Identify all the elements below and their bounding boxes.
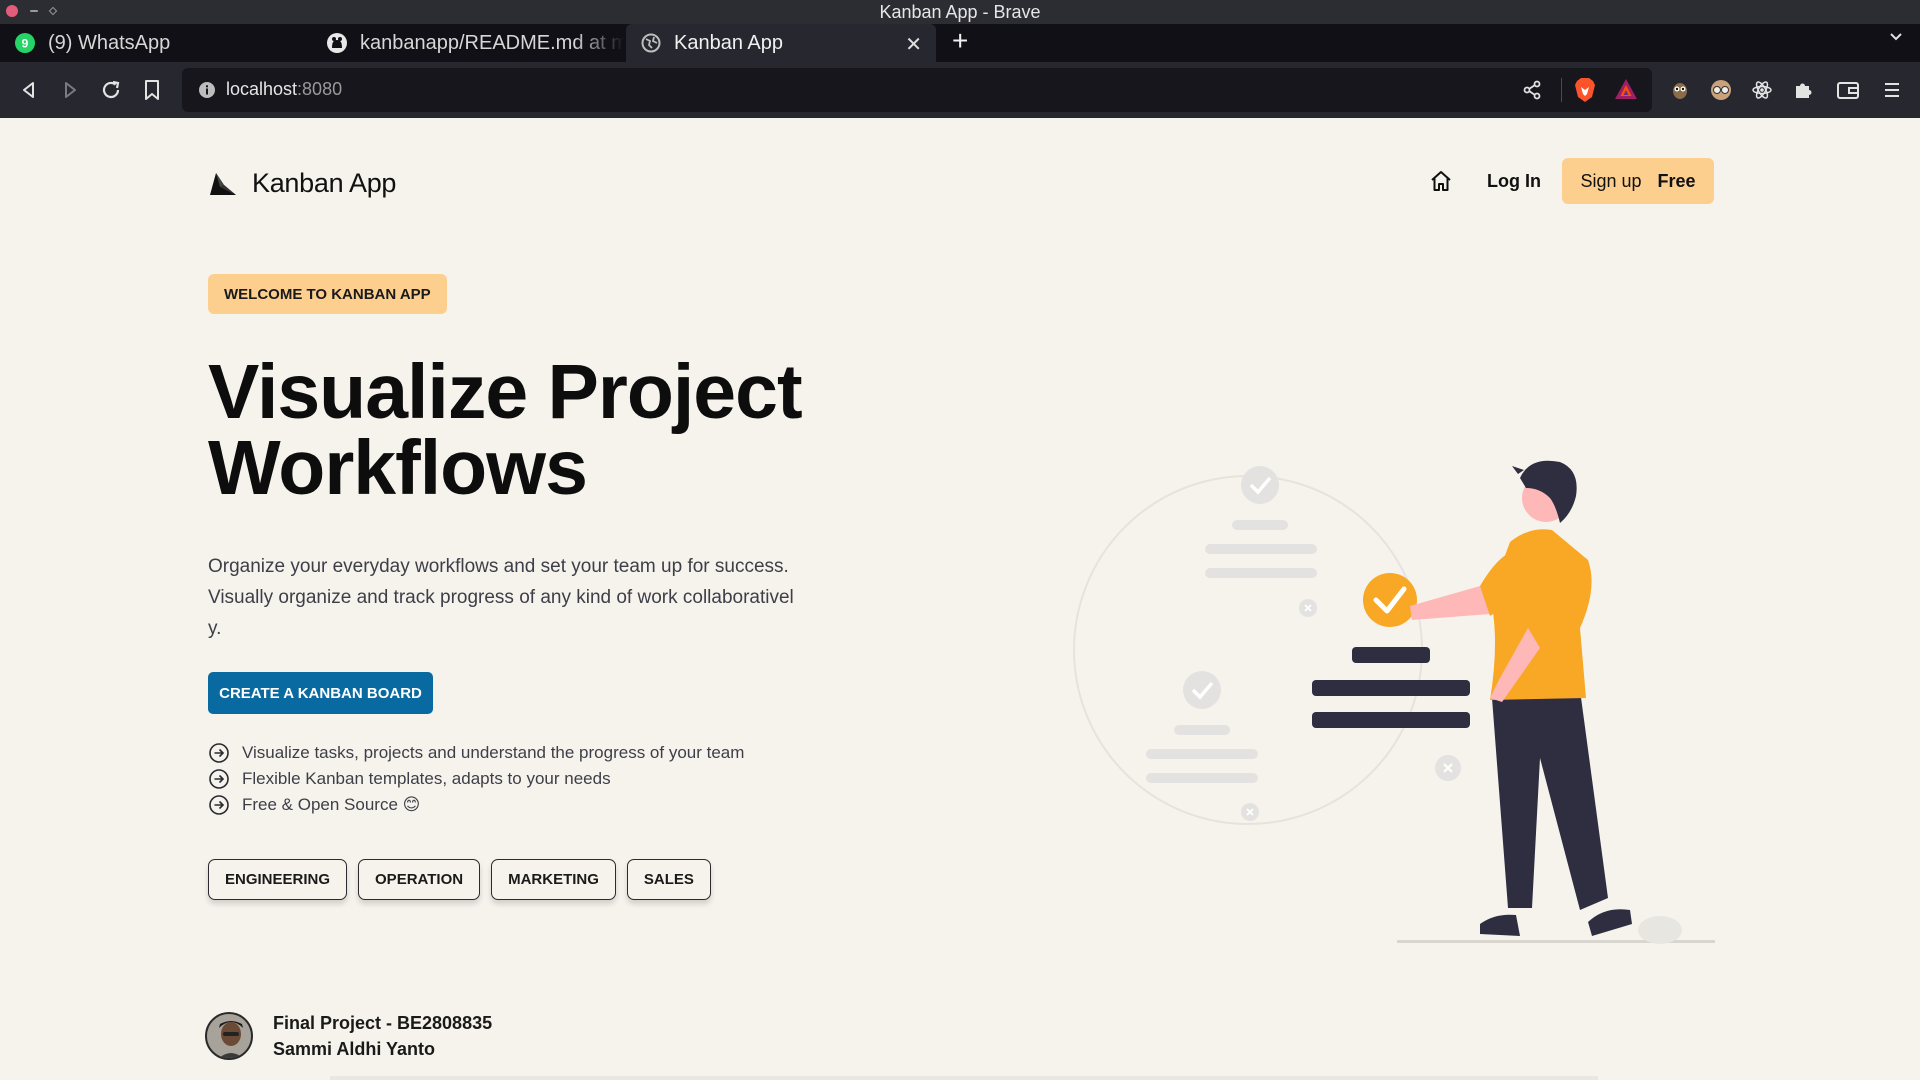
section-divider: [330, 1076, 1598, 1080]
tag-marketing[interactable]: MARKETING: [491, 859, 616, 900]
orange-check-icon: [1363, 573, 1417, 627]
window-maximize-button[interactable]: [48, 6, 58, 16]
hero-description: Organize your everyday workflows and set…: [208, 556, 794, 639]
login-link[interactable]: Log In: [1487, 171, 1541, 192]
checklist-top: [1205, 466, 1317, 617]
person-figure: [1397, 460, 1715, 944]
window-controls: [6, 5, 58, 17]
svg-text:9: 9: [22, 37, 29, 51]
window-title: Kanban App - Brave: [879, 2, 1041, 22]
tab-bar: 9 (9) WhatsApp kanbanapp/README.md at ma…: [0, 24, 1920, 62]
feature-item: Free & Open Source 😊: [208, 792, 744, 818]
feature-list: Visualize tasks, projects and understand…: [208, 740, 744, 818]
signup-free-label: Free: [1657, 170, 1696, 191]
tab-whatsapp[interactable]: 9 (9) WhatsApp: [0, 24, 312, 62]
tab-label: (9) WhatsApp: [48, 31, 171, 54]
window-titlebar: Kanban App - Brave: [0, 0, 1920, 24]
tab-list-chevron-icon[interactable]: [1888, 28, 1904, 49]
top-nav: Log In Sign up Free: [1429, 158, 1714, 204]
window-minimize-button[interactable]: [30, 10, 38, 12]
tab-kanban-app[interactable]: Kanban App ✕: [626, 24, 936, 62]
browser-toolbar: localhost:8080: [0, 62, 1920, 118]
reload-button[interactable]: [97, 76, 125, 104]
create-kanban-board-button[interactable]: CREATE A KANBAN BOARD: [208, 672, 433, 714]
category-tags: ENGINEERING OPERATION MARKETING SALES: [208, 859, 711, 900]
feature-text: Free & Open Source 😊: [242, 795, 421, 814]
tab-github-readme[interactable]: kanbanapp/README.md at main: [312, 24, 624, 62]
back-button[interactable]: [15, 76, 43, 104]
arrow-circle-icon: [208, 794, 230, 816]
window-close-button[interactable]: [6, 5, 18, 17]
tag-engineering[interactable]: ENGINEERING: [208, 859, 348, 900]
signup-button[interactable]: Sign up Free: [1562, 158, 1714, 204]
forward-button[interactable]: [56, 76, 84, 104]
hero-title: Visualize Project Workflows: [208, 354, 828, 507]
wallet-icon[interactable]: [1834, 76, 1862, 104]
checklist-active: [1312, 647, 1470, 728]
author-project: Final Project - BE2808835: [273, 1013, 493, 1033]
tab-label: Kanban App: [674, 31, 783, 54]
globe-icon: [640, 32, 662, 54]
hero-illustration: [1073, 460, 1715, 944]
tag-sales[interactable]: SALES: [626, 859, 711, 900]
logo-icon: [210, 172, 236, 195]
bookmark-button[interactable]: [138, 76, 166, 104]
home-icon[interactable]: [1429, 169, 1453, 193]
tag-operation[interactable]: OPERATION: [358, 859, 481, 900]
author-name: Sammi Aldhi Yanto: [273, 1039, 436, 1059]
menu-icon[interactable]: [1878, 76, 1906, 104]
arrow-circle-icon: [208, 742, 230, 764]
extensions-puzzle-icon[interactable]: [1789, 76, 1817, 104]
brave-shields-icon[interactable]: [1574, 77, 1596, 108]
share-icon[interactable]: [1522, 80, 1542, 105]
new-tab-button[interactable]: +: [952, 26, 968, 56]
feature-text: Flexible Kanban templates, adapts to you…: [242, 769, 611, 788]
address-bar[interactable]: localhost:8080: [182, 68, 1652, 112]
author-info: Final Project - BE2808835 Sammi Aldhi Ya…: [205, 1010, 492, 1062]
page-viewport: Kanban App Log In Sign up Free WELCOME T…: [0, 118, 1920, 1080]
hero-title-line1: Visualize Project: [208, 349, 803, 435]
extension-glasses-icon[interactable]: [1707, 76, 1735, 104]
extension-owl-icon[interactable]: [1666, 76, 1694, 104]
avatar: [205, 1012, 253, 1060]
feature-item: Flexible Kanban templates, adapts to you…: [208, 766, 744, 792]
brave-rewards-icon[interactable]: [1614, 78, 1638, 105]
github-icon: [326, 32, 348, 54]
welcome-badge: WELCOME TO KANBAN APP: [208, 274, 447, 314]
react-devtools-icon[interactable]: [1748, 76, 1776, 104]
feature-item: Visualize tasks, projects and understand…: [208, 740, 744, 766]
url-text: localhost:8080: [226, 79, 343, 99]
feature-text: Visualize tasks, projects and understand…: [242, 743, 745, 762]
logo-text: Kanban App: [252, 168, 397, 198]
whatsapp-icon: 9: [14, 32, 36, 54]
hero-title-line2: Workflows: [208, 425, 588, 511]
app-logo[interactable]: Kanban App: [208, 168, 396, 199]
signup-label: Sign up: [1580, 170, 1642, 191]
tab-close-icon[interactable]: ✕: [905, 32, 922, 57]
arrow-circle-icon: [208, 768, 230, 790]
site-info-icon[interactable]: [198, 81, 216, 104]
